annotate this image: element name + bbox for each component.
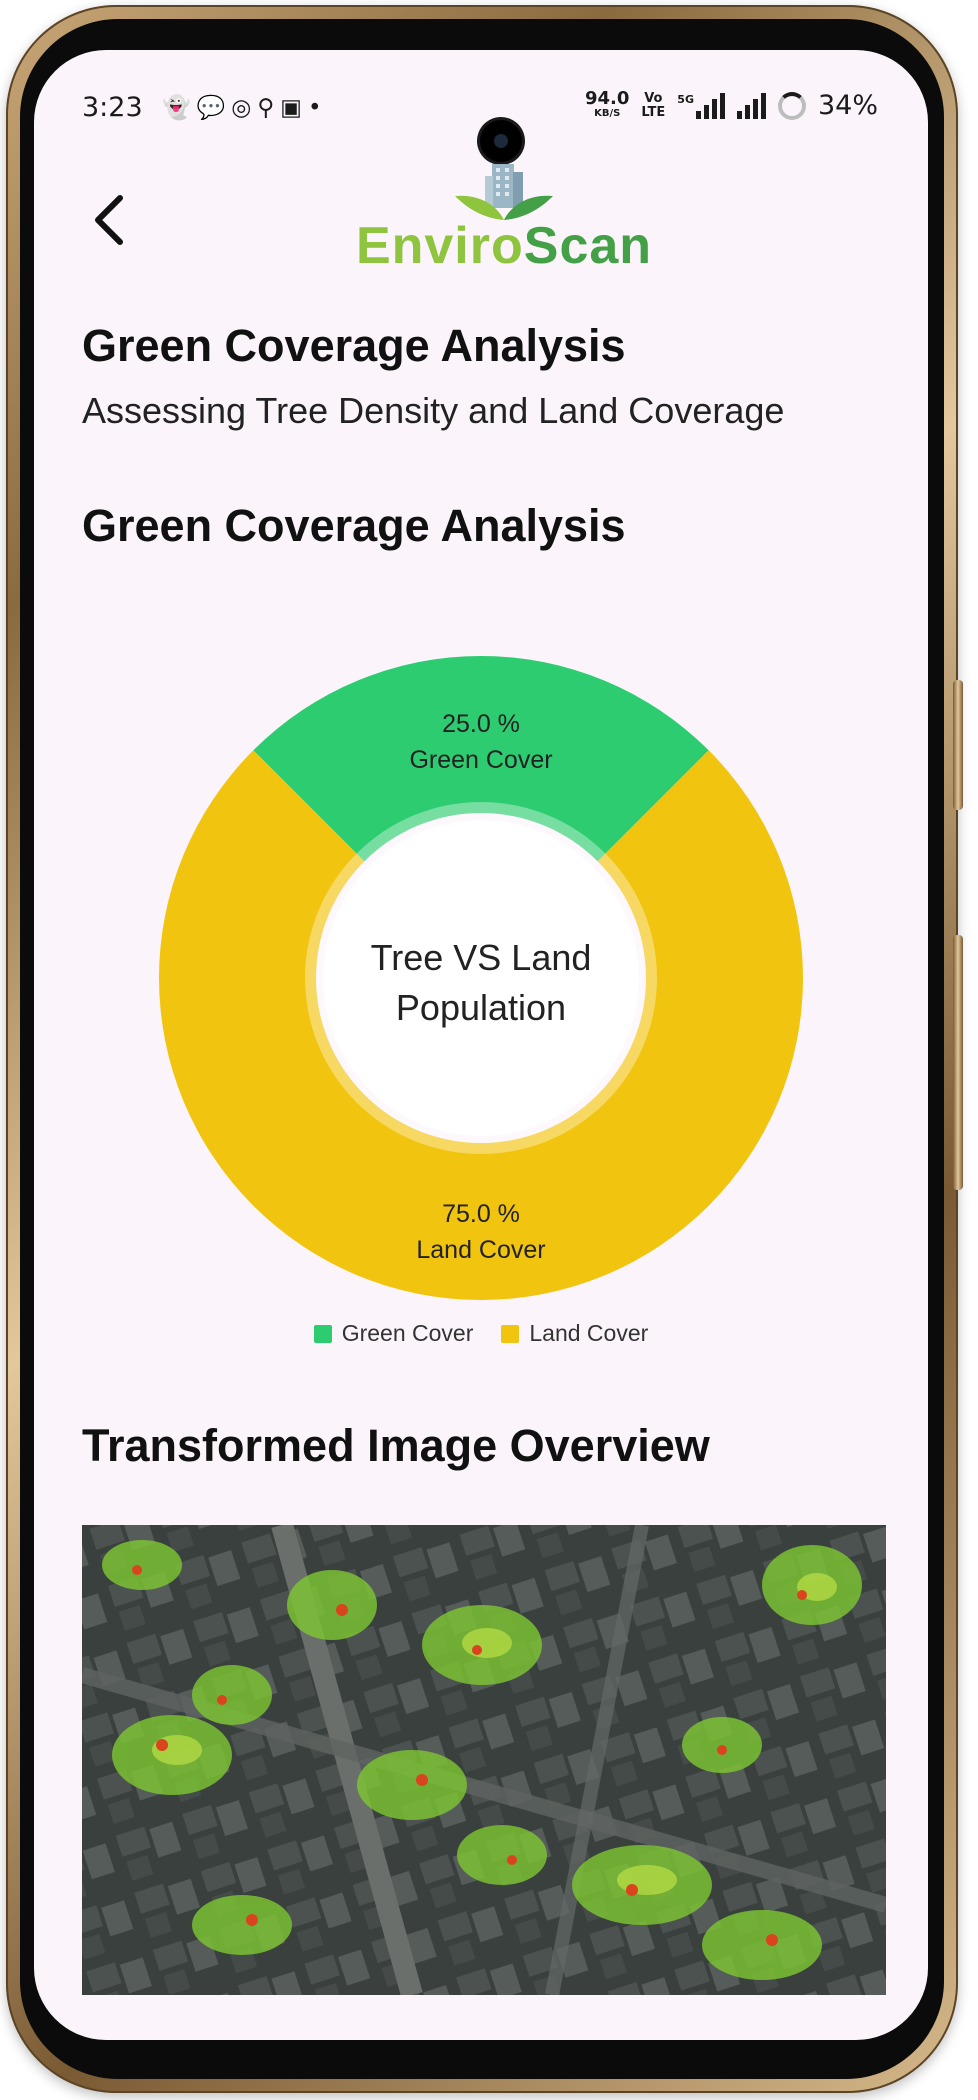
slice-name-label: Green Cover — [409, 746, 552, 774]
transformed-aerial-image[interactable] — [82, 1525, 886, 1995]
chart-legend: Green Cover Land Cover — [34, 1320, 928, 1347]
location-icon: ⚲ — [257, 95, 281, 121]
slice-value-label: 75.0 % — [442, 1200, 520, 1228]
legend-swatch-yellow — [501, 1324, 520, 1343]
aerial-map-graphic — [82, 1525, 886, 1995]
chart-heading: Green Coverage Analysis — [82, 500, 626, 551]
whatsapp-icon: ◎ — [231, 95, 258, 121]
notification-icons: 👻💬◎⚲▣• — [162, 94, 328, 121]
volume-button — [953, 680, 963, 810]
legend-label: Green Cover — [341, 1320, 474, 1346]
volte-badge: Vo LTE — [641, 90, 666, 120]
center-label-line: Tree VS Land — [371, 937, 592, 978]
snapchat-icon: 👻 — [162, 95, 197, 121]
image-heading: Transformed Image Overview — [82, 1420, 710, 1471]
status-right: 94.0 KB/S Vo LTE 5G 34% — [584, 87, 878, 121]
page-title: Green Coverage Analysis — [82, 320, 626, 371]
chevron-left-icon — [95, 195, 123, 245]
app-logo: EnviroScan — [344, 158, 664, 278]
logo-wordmark: EnviroScan — [355, 217, 653, 275]
chat-icon: 💬 — [196, 95, 232, 121]
front-camera — [480, 120, 522, 162]
back-button[interactable] — [90, 190, 130, 250]
coverage-donut-chart: 25.0 % Green Cover 75.0 % Land Cover Tree VS… — [159, 656, 803, 1301]
battery-percent: 34% — [817, 90, 878, 121]
page-subtitle: Assessing Tree Density and Land Coverage — [82, 390, 785, 431]
slice-name-label: Land Cover — [416, 1236, 545, 1264]
cast-icon: ▣ — [280, 95, 308, 121]
donut-center — [323, 820, 639, 1136]
app-screen: 3:23 👻💬◎⚲▣• 94.0 KB/S Vo LTE 5G 34% Envi… — [34, 50, 928, 2040]
power-button — [953, 935, 963, 1190]
legend-swatch-green — [313, 1324, 332, 1343]
slice-value-label: 25.0 % — [442, 710, 520, 738]
legend-label: Land Cover — [529, 1320, 649, 1346]
center-label-line: Population — [396, 987, 566, 1028]
legend-item-land-cover[interactable]: Land Cover — [501, 1320, 648, 1347]
status-time: 3:23 — [82, 92, 143, 123]
net-speed: 94.0 KB/S — [584, 87, 630, 119]
signal-icon — [736, 92, 766, 119]
legend-item-green-cover[interactable]: Green Cover — [313, 1320, 474, 1347]
battery-icon — [777, 91, 806, 120]
dot-icon: • — [307, 95, 328, 121]
signal-5g-icon: 5G — [677, 92, 725, 119]
